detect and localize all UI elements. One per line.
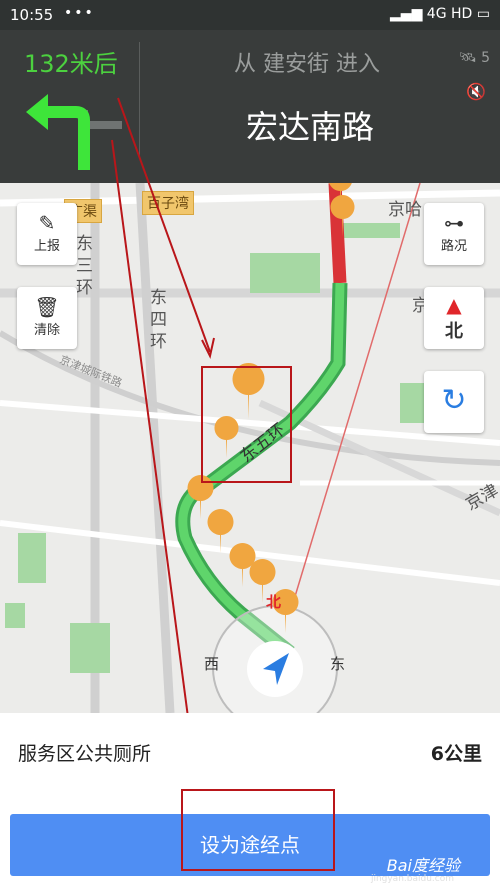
compass-north: 北 [266,593,282,611]
refresh-button[interactable]: ↻ [424,371,484,433]
highlight-box-button [181,789,335,871]
signal-icon: ▂▄▆ [390,6,423,22]
poi-distance: 6公里 [430,743,482,765]
mute-icon[interactable]: 🔇 [466,82,486,101]
trash-icon: 🗑 [34,295,60,319]
map-label-jingha: 京哈 [388,200,422,220]
report-button[interactable]: ✎ 上报 [17,203,77,265]
refresh-icon: ↻ [441,383,467,418]
current-location-icon [247,641,303,697]
north-label: 北 [445,321,463,342]
navigation-header: 132米后 从 建安街 进入 宏达南路 🛰 5 🔇 [0,30,500,183]
network-status: ▂▄▆ 4G HD ▭ [390,6,490,22]
status-bar: 10:55 ••• ▂▄▆ 4G HD ▭ [0,0,500,30]
traffic-label: 路况 [440,239,467,254]
turn-distance: 132米后 [24,50,118,78]
battery-icon: ▭ [476,6,490,22]
notification-icons: ••• [64,5,95,21]
highlight-box-poi [201,366,292,483]
clear-label: 清除 [33,323,60,338]
road-name: 宏达南路 [246,108,375,146]
report-label: 上报 [33,239,60,254]
status-time: 10:55 [10,6,54,24]
map-label-dongsihuan: 东四环 [150,288,167,352]
header-divider [139,42,140,157]
toilet-marker-icon [207,509,234,553]
north-arrow-icon: ▲ [446,293,462,317]
map-tag-baiziwan: 百子湾 [142,191,194,215]
satellite-icon[interactable]: 🛰 5 [459,50,490,66]
map-view[interactable]: 百子湾 广渠 东四环 东三环 东五环 京 京津 京津城际铁路 京哈 北 西 东 … [0,183,500,713]
north-up-button[interactable]: ▲ 北 [424,287,484,349]
toilet-marker-icon [330,195,355,237]
edit-icon: ✎ [38,211,56,235]
poi-name: 服务区公共厕所 [18,743,152,765]
map-label-dongsanhuan: 东三环 [76,234,93,298]
compass-west: 西 [204,655,220,673]
left-turn-arrow-icon [26,94,122,170]
satellite-count: 5 [481,50,490,66]
traffic-button[interactable]: ⊶ 路况 [424,203,484,265]
compass-east: 东 [330,655,346,673]
clear-button[interactable]: 🗑 清除 [17,287,77,349]
traffic-icon: ⊶ [444,211,464,235]
watermark-url: jingyan.baidu.com [370,874,454,884]
baidu-watermark: Bai度经验 [386,856,460,875]
entry-road-text: 从 建安街 进入 [234,52,380,77]
